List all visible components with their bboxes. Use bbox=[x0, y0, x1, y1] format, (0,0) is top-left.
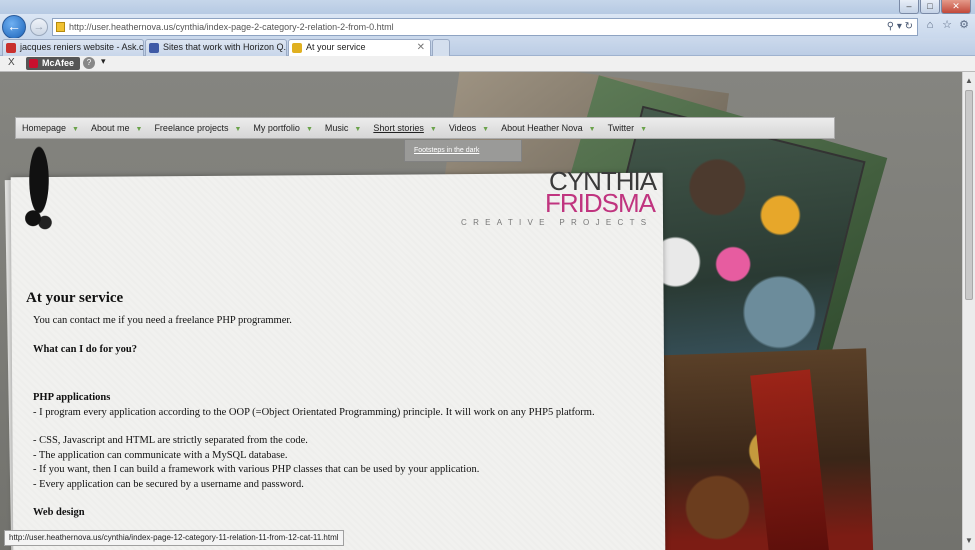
chevron-down-icon: ▼ bbox=[482, 126, 490, 133]
page-title: At your service bbox=[26, 290, 124, 306]
tab-label: Sites that work with Horizon Q... bbox=[163, 42, 287, 52]
address-url: http://user.heathernova.us/cynthia/index… bbox=[69, 22, 394, 32]
content-body: You can contact me if you need a freelan… bbox=[26, 314, 626, 521]
submenu-footsteps-in-the-dark[interactable]: Footsteps in the dark bbox=[404, 140, 522, 162]
search-refresh-icon[interactable]: ⚲ ▾ ↻ bbox=[887, 19, 913, 35]
php-heading: PHP applications bbox=[33, 392, 111, 403]
menu-item-music[interactable]: Music ▼ bbox=[319, 123, 367, 133]
address-input[interactable]: http://user.heathernova.us/cynthia/index… bbox=[52, 18, 918, 36]
question-heading: What can I do for you? bbox=[33, 343, 137, 355]
tab-bar: jacques reniers website - Ask.c... Sites… bbox=[0, 38, 975, 56]
tab-label: At your service bbox=[306, 42, 366, 52]
menu-item-my-portfolio[interactable]: My portfolio ▼ bbox=[247, 123, 318, 133]
tab-at-your-service[interactable]: At your service ✕ bbox=[288, 39, 431, 56]
chevron-down-icon: ▼ bbox=[135, 126, 143, 133]
scroll-down-icon[interactable]: ▼ bbox=[963, 534, 975, 548]
new-tab-button[interactable] bbox=[432, 39, 450, 56]
gear-icon[interactable]: ⚙ bbox=[957, 18, 971, 32]
favorites-star-icon[interactable]: ☆ bbox=[940, 18, 954, 32]
minimize-icon[interactable]: – bbox=[899, 0, 919, 14]
page-favicon-icon bbox=[292, 43, 302, 53]
chevron-down-icon: ▼ bbox=[234, 126, 242, 133]
menu-item-short-stories[interactable]: Short stories ▼ bbox=[367, 123, 442, 133]
browser-icons: ⌂ ☆ ⚙ bbox=[923, 18, 971, 32]
chevron-down-icon: ▼ bbox=[429, 126, 437, 133]
list-item: - Every application can be secured by a … bbox=[33, 478, 304, 490]
logo-tagline: CREATIVE PROJECTS bbox=[461, 218, 653, 227]
close-tab-icon[interactable]: ✕ bbox=[417, 40, 425, 55]
menu-item-freelance-projects[interactable]: Freelance projects ▼ bbox=[148, 123, 247, 133]
chevron-down-icon: ▼ bbox=[305, 126, 313, 133]
mcafee-shield-icon bbox=[29, 59, 38, 68]
status-url: http://user.heathernova.us/cynthia/index… bbox=[4, 530, 344, 546]
list-item: - If you want, then I can build a framew… bbox=[33, 464, 480, 475]
home-icon[interactable]: ⌂ bbox=[923, 18, 937, 32]
list-item: - The application can communicate with a… bbox=[33, 449, 288, 461]
forward-arrow-icon[interactable]: → bbox=[30, 18, 48, 36]
site-navigation: Homepage ▼ About me ▼ Freelance projects ▼ … bbox=[15, 117, 835, 139]
page-viewport: Homepage ▼ About me ▼ Freelance projects ▼ … bbox=[0, 72, 962, 550]
list-item: - CSS, Javascript and HTML are strictly … bbox=[33, 435, 308, 446]
help-icon[interactable]: ? bbox=[83, 57, 95, 69]
mcafee-label: McAfee bbox=[42, 58, 75, 68]
close-icon[interactable]: ✕ bbox=[941, 0, 971, 14]
toolbar-close-icon[interactable]: X bbox=[8, 57, 15, 68]
scroll-up-icon[interactable]: ▲ bbox=[963, 74, 975, 88]
chevron-down-icon: ▼ bbox=[354, 126, 362, 133]
vertical-scrollbar[interactable]: ▲ ▼ bbox=[962, 72, 975, 550]
menu-item-about-heather-nova[interactable]: About Heather Nova ▼ bbox=[495, 123, 602, 133]
page-favicon-icon bbox=[56, 22, 65, 32]
mcafee-button[interactable]: McAfee bbox=[26, 57, 81, 70]
logo-last-name: FRIDSMA bbox=[545, 188, 656, 218]
menu-item-about-me[interactable]: About me ▼ bbox=[85, 123, 148, 133]
window-controls: – □ ✕ bbox=[898, 0, 971, 14]
menu-item-twitter[interactable]: Twitter ▼ bbox=[602, 123, 653, 133]
maximize-icon[interactable]: □ bbox=[920, 0, 940, 14]
navigation-bar: ← → http://user.heathernova.us/cynthia/i… bbox=[0, 14, 975, 39]
ink-splatter-image bbox=[24, 146, 54, 231]
php-paragraph: - I program every application according … bbox=[33, 406, 595, 418]
tab-jacques-reniers[interactable]: jacques reniers website - Ask.c... bbox=[2, 39, 144, 56]
page-favicon-icon bbox=[149, 43, 159, 53]
chevron-down-icon: ▼ bbox=[72, 126, 79, 133]
command-toolbar: X McAfee ? ▾ bbox=[0, 56, 975, 72]
chevron-down-icon: ▼ bbox=[640, 126, 648, 133]
ask-favicon-icon bbox=[6, 43, 16, 53]
chevron-down-icon[interactable]: ▾ bbox=[101, 56, 106, 67]
back-arrow-icon[interactable]: ← bbox=[2, 15, 26, 39]
menu-item-homepage[interactable]: Homepage ▼ bbox=[16, 123, 85, 133]
tab-label: jacques reniers website - Ask.c... bbox=[20, 42, 144, 52]
main-content: At your service You can contact me if yo… bbox=[26, 290, 626, 521]
web-design-heading: Web design bbox=[33, 507, 85, 518]
chevron-down-icon: ▼ bbox=[588, 126, 596, 133]
intro-text: You can contact me if you need a freelan… bbox=[33, 315, 292, 326]
menu-item-videos[interactable]: Videos ▼ bbox=[443, 123, 495, 133]
scroll-thumb[interactable] bbox=[965, 90, 973, 300]
tab-sites-horizon[interactable]: Sites that work with Horizon Q... bbox=[145, 39, 287, 56]
